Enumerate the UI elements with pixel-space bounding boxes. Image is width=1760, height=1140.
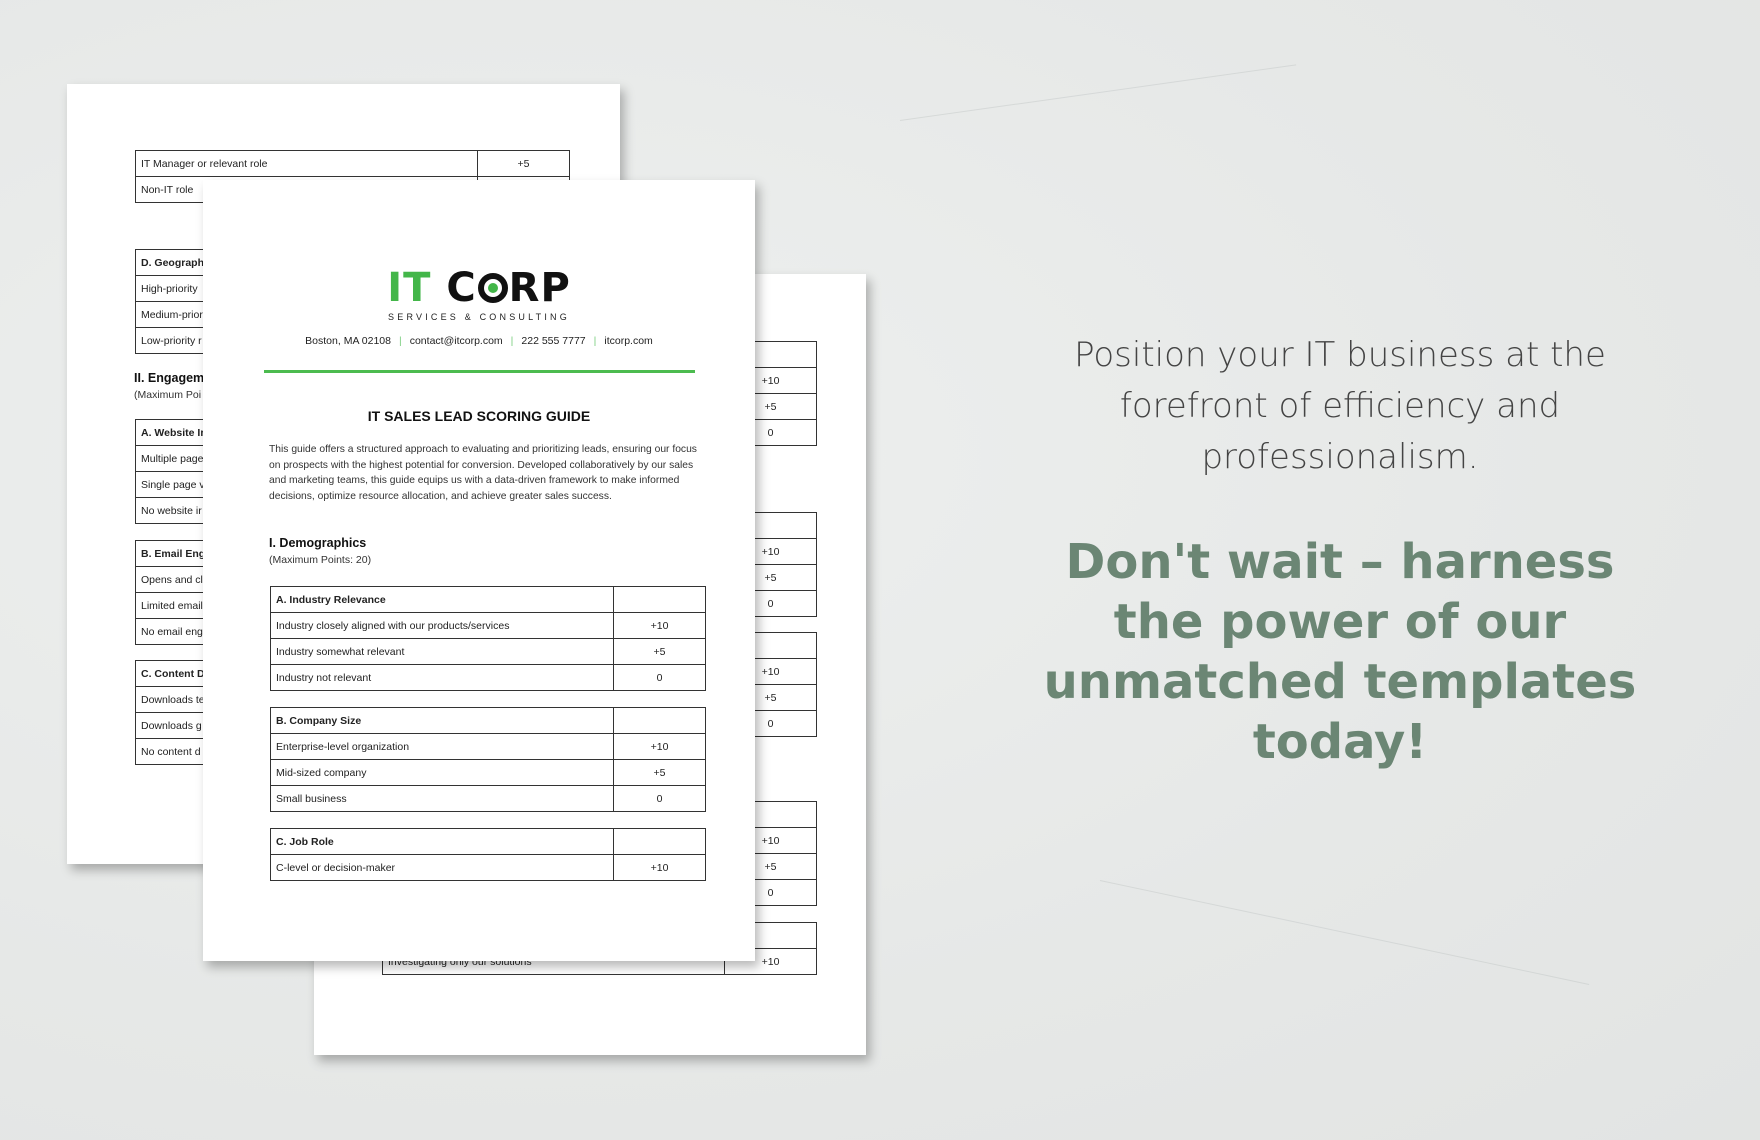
scoring-table: A. Industry Relevance Industry closely al… [270,586,706,691]
points-cell: +5 [477,150,570,177]
criteria-cell: C-level or decision-maker [270,854,614,881]
points-cell: +10 [613,612,706,639]
address: Boston, MA 02108 [305,335,391,347]
logo-tagline: SERVICES & CONSULTING [388,312,570,322]
points-cell: +5 [613,638,706,665]
promo-tagline: Position your IT business at the forefro… [1074,335,1606,477]
itcorp-logo: IT C RP SERVICES & CONSULTING [203,266,755,322]
intro-paragraph: This guide offers a structured approach … [269,444,697,503]
logo-it: IT [387,265,432,311]
points-cell: 0 [613,664,706,691]
points-cell [613,707,706,734]
contact-line: Boston, MA 02108 | contact@itcorp.com | 222 … [305,335,653,347]
table-row: Enterprise-level organization +10 [270,733,706,760]
table-row: B. Company Size [270,707,706,734]
front-document-page: IT C RP SERVICES & CONSULTING Boston, MA … [203,180,755,961]
table-row: Mid-sized company +5 [270,759,706,786]
criteria-cell: Industry closely aligned with our produc… [270,612,614,639]
criteria-cell: Industry not relevant [270,664,614,691]
scoring-table: B. Company Size Enterprise-level organiza… [270,707,706,812]
website: itcorp.com [604,335,653,347]
document-title: IT SALES LEAD SCORING GUIDE [367,408,591,424]
criteria-cell: Industry somewhat relevant [270,638,614,665]
points-cell: 0 [613,785,706,812]
points-cell: +5 [613,759,706,786]
phone: 222 555 7777 [521,335,586,347]
logo-o-ring-icon [477,273,508,303]
scoring-table: C. Job Role C-level or decision-maker +10 [270,828,706,881]
criteria-cell: A. Industry Relevance [270,586,614,613]
table-row: Industry closely aligned with our produc… [270,612,706,639]
logo-rp: RP [508,265,571,311]
points-cell [613,586,706,613]
table-row: A. Industry Relevance [270,586,706,613]
section-subtitle: (Maximum Poi [134,389,202,401]
email: contact@itcorp.com [409,335,503,347]
criteria-cell: C. Job Role [270,828,614,855]
section-title: I. Demographics [269,536,367,550]
logo-c: C [446,265,477,311]
marble-vein [1099,880,1590,985]
criteria-cell: Mid-sized company [270,759,614,786]
promo-cta: Don't wait – harness the power of our un… [1043,534,1637,770]
criteria-cell: IT Manager or relevant role [135,150,478,177]
criteria-cell: Enterprise-level organization [270,733,614,760]
table-row: C-level or decision-maker +10 [270,854,706,881]
table-row: Industry not relevant 0 [270,664,706,691]
marble-vein [899,64,1297,121]
section-title: II. Engagem [134,371,205,385]
table-row: C. Job Role [270,828,706,855]
section-subtitle: (Maximum Points: 20) [269,554,372,566]
green-divider [264,370,695,373]
points-cell: +10 [613,733,706,760]
criteria-cell: Small business [270,785,614,812]
table-row: IT Manager or relevant role +5 [135,150,570,177]
points-cell [613,828,706,855]
table-row: Small business 0 [270,785,706,812]
criteria-cell: B. Company Size [270,707,614,734]
points-cell: +10 [613,854,706,881]
table-row: Industry somewhat relevant +5 [270,638,706,665]
